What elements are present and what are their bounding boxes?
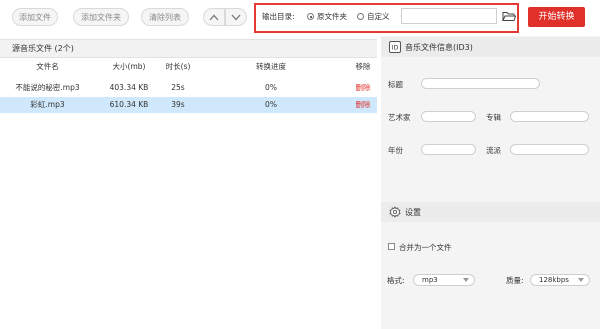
file-duration: 39s <box>171 100 185 109</box>
chevron-down-icon <box>463 278 469 282</box>
svg-text:ID: ID <box>392 45 399 52</box>
move-up-button[interactable] <box>203 8 225 26</box>
chevron-down-icon <box>578 278 584 282</box>
file-list-header: 源音乐文件 (2个) <box>0 39 377 58</box>
file-progress: 0% <box>265 100 277 109</box>
output-directory-label: 输出目录: <box>262 12 295 21</box>
artist-input[interactable] <box>421 111 476 122</box>
year-label: 年份 <box>388 146 403 155</box>
album-label: 专辑 <box>486 113 501 122</box>
quality-label: 质量: <box>506 276 524 285</box>
add-folder-button[interactable]: 添加文件夹 <box>73 8 129 26</box>
file-size: 403.34 KB <box>109 83 149 92</box>
id-card-icon: ID <box>389 41 401 53</box>
settings-header: 设置 <box>381 202 600 222</box>
artist-label: 艺术家 <box>388 113 411 122</box>
quality-value: 128kbps <box>539 276 569 284</box>
settings-title: 设置 <box>405 208 421 217</box>
radio-custom[interactable] <box>357 13 364 20</box>
file-name: 彩虹.mp3 <box>30 100 65 109</box>
id3-title: 音乐文件信息(ID3) <box>405 43 473 52</box>
radio-source-folder[interactable] <box>307 13 314 20</box>
chevron-up-icon <box>209 14 219 20</box>
start-convert-button[interactable]: 开始转换 <box>528 7 585 27</box>
source-folder-label: 原文件夹 <box>317 12 347 21</box>
file-size: 610.34 KB <box>109 100 149 109</box>
genre-label: 流派 <box>486 146 501 155</box>
year-input[interactable] <box>421 144 476 155</box>
file-name: 不能说的秘密.mp3 <box>15 83 80 92</box>
format-label: 格式: <box>387 276 405 285</box>
genre-input[interactable] <box>510 144 589 155</box>
title-input[interactable] <box>421 78 540 89</box>
clear-list-button[interactable]: 清除列表 <box>141 8 189 26</box>
file-progress: 0% <box>265 83 277 92</box>
column-filename: 文件名 <box>36 62 59 71</box>
gear-icon <box>389 206 401 218</box>
column-duration: 时长(s) <box>165 62 191 71</box>
column-progress: 转换进度 <box>256 62 286 71</box>
file-list-title: 源音乐文件 (2个) <box>12 44 74 53</box>
output-path-input[interactable] <box>401 8 497 24</box>
album-input[interactable] <box>510 111 589 122</box>
delete-link[interactable]: 删除 <box>349 80 377 96</box>
column-size: 大小(mb) <box>112 62 146 71</box>
move-down-button[interactable] <box>225 8 247 26</box>
merge-checkbox[interactable] <box>388 243 395 250</box>
table-row[interactable]: 不能说的秘密.mp3 403.34 KB 25s 0% 删除 <box>0 80 377 96</box>
title-label: 标题 <box>388 80 403 89</box>
quality-select[interactable]: 128kbps <box>530 274 590 286</box>
table-row-selected[interactable]: 彩虹.mp3 610.34 KB 39s 0% 删除 <box>0 97 377 113</box>
merge-label: 合并为一个文件 <box>399 243 452 252</box>
chevron-down-icon <box>231 14 241 20</box>
folder-icon[interactable] <box>502 10 516 22</box>
custom-label: 自定义 <box>367 12 390 21</box>
id3-header: ID 音乐文件信息(ID3) <box>381 37 600 57</box>
add-file-button[interactable]: 添加文件 <box>12 8 58 26</box>
column-remove: 移除 <box>355 62 371 71</box>
toolbar: 添加文件 添加文件夹 清除列表 输出目录: 原文件夹 自定义 开始转换 <box>0 0 600 36</box>
delete-link[interactable]: 删除 <box>349 97 377 113</box>
file-duration: 25s <box>171 83 185 92</box>
format-value: mp3 <box>422 276 438 284</box>
format-select[interactable]: mp3 <box>413 274 475 286</box>
